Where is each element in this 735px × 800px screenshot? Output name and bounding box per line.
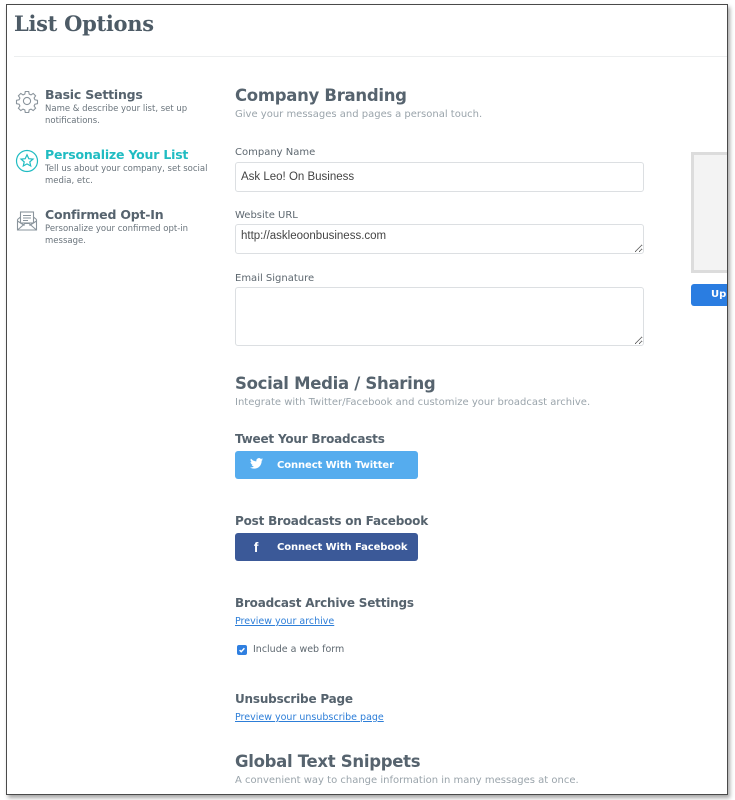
company-name-input[interactable]: [235, 162, 644, 192]
sidebar-nav: Basic Settings Name & describe your list…: [15, 87, 215, 267]
page-title: List Options: [14, 11, 154, 36]
sidebar-item-title: Confirmed Opt-In: [45, 207, 164, 222]
section-subtitle: Give your messages and pages a personal …: [235, 109, 483, 120]
social-media-section: Social Media / Sharing Integrate with Tw…: [235, 373, 590, 410]
facebook-f-icon: f: [253, 539, 259, 555]
connect-twitter-button[interactable]: Connect With Twitter: [235, 451, 418, 479]
star-icon: [15, 149, 39, 173]
website-url-label: Website URL: [235, 210, 298, 221]
company-branding-section: Company Branding Give your messages and …: [235, 85, 482, 122]
unsubscribe-page-heading: Unsubscribe Page: [235, 692, 353, 706]
upload-logo-button[interactable]: Upl: [691, 284, 727, 306]
sidebar-item-description: Tell us about your company, set social m…: [45, 164, 208, 186]
sidebar-item-basic-settings[interactable]: Basic Settings Name & describe your list…: [15, 87, 215, 147]
section-title-company-branding: Company Branding: [235, 86, 407, 105]
company-name-label: Company Name: [235, 147, 316, 158]
email-signature-input[interactable]: [235, 287, 644, 346]
title-divider: [14, 56, 727, 57]
tweet-broadcasts-heading: Tweet Your Broadcasts: [235, 432, 385, 446]
sidebar-item-title: Basic Settings: [45, 87, 143, 102]
email-signature-label: Email Signature: [235, 273, 315, 284]
include-web-form-checkbox[interactable]: [237, 644, 247, 655]
website-url-input[interactable]: http://askleoonbusiness.com: [235, 224, 644, 254]
sidebar-item-title: Personalize Your List: [45, 147, 189, 162]
sidebar-item-description: Personalize your confirmed opt-in messag…: [45, 224, 189, 246]
include-web-form-option[interactable]: Include a web form: [237, 644, 344, 655]
archive-settings-heading: Broadcast Archive Settings: [235, 596, 414, 610]
preview-archive-link[interactable]: Preview your archive: [235, 616, 334, 627]
gear-icon: [15, 89, 39, 114]
sidebar-item-description: Name & describe your list, set up notifi…: [45, 104, 188, 126]
section-subtitle: A convenient way to change information i…: [235, 775, 579, 786]
section-subtitle: Integrate with Twitter/Facebook and cust…: [235, 397, 591, 408]
connect-twitter-label: Connect With Twitter: [277, 459, 394, 471]
page-frame: List Options Basic Settings Name & descr…: [6, 4, 728, 795]
preview-unsubscribe-link[interactable]: Preview your unsubscribe page: [235, 712, 384, 723]
global-text-snippets-section: Global Text Snippets A convenient way to…: [235, 751, 579, 788]
envelope-icon: [15, 209, 39, 233]
facebook-broadcasts-heading: Post Broadcasts on Facebook: [235, 514, 428, 528]
section-title-social-media: Social Media / Sharing: [235, 374, 436, 393]
sidebar-item-confirmed-opt-in[interactable]: Confirmed Opt-In Personalize your confir…: [15, 207, 215, 267]
logo-preview-box: [691, 152, 727, 273]
include-web-form-label: Include a web form: [253, 644, 345, 655]
connect-facebook-label: Connect With Facebook: [277, 541, 408, 553]
section-title-global-snippets: Global Text Snippets: [235, 752, 421, 771]
connect-facebook-button[interactable]: f Connect With Facebook: [235, 533, 418, 561]
twitter-bird-icon: [249, 458, 263, 472]
sidebar-item-personalize-your-list[interactable]: Personalize Your List Tell us about your…: [15, 147, 215, 207]
